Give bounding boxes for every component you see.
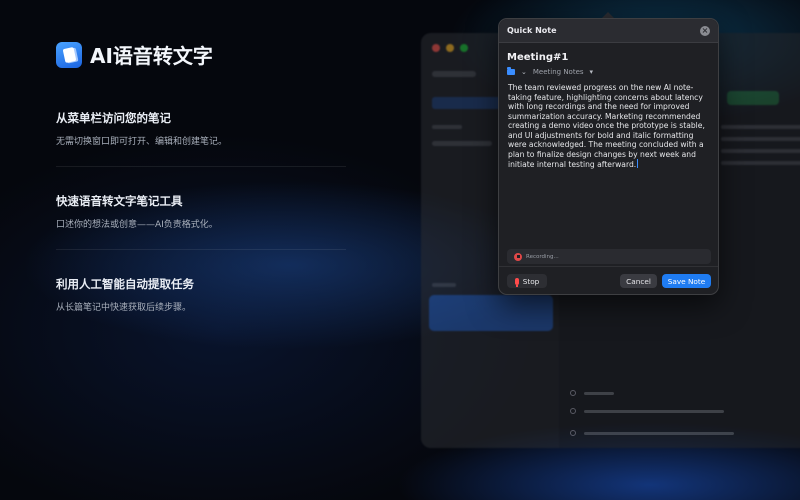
app-header: AI语音转文字: [56, 40, 213, 69]
feature-task-extraction: 利用人工智能自动提取任务 从长篇笔记中快速获取后续步骤。: [56, 276, 346, 313]
recording-status: Recording...: [526, 253, 559, 260]
status-pill: [727, 91, 779, 105]
microphone-icon: [514, 277, 519, 287]
app-title: AI语音转文字: [90, 44, 213, 68]
selected-note: [429, 295, 553, 331]
close-dot-icon: [432, 44, 440, 52]
recording-status-bar: Recording...: [507, 249, 711, 264]
quick-note-popover: Quick Note × Meeting#1 ⌄ Meeting Notes ▾…: [498, 18, 719, 295]
stop-label: Stop: [522, 276, 540, 286]
app-note-icon: [56, 41, 82, 68]
window-controls: [432, 44, 468, 52]
feature-desc: 无需切换窗口即可打开、编辑和创建笔记。: [56, 137, 228, 147]
folder-icon: [507, 67, 515, 75]
feature-title: 从菜单栏访问您的笔记: [56, 111, 171, 125]
zoom-dot-icon: [460, 44, 468, 52]
feature-title: 利用人工智能自动提取任务: [56, 277, 194, 291]
minimize-dot-icon: [446, 44, 454, 52]
chevron-down-icon: ⌄: [521, 68, 527, 76]
cancel-button[interactable]: Cancel: [620, 274, 657, 288]
divider: [56, 166, 346, 167]
note-title[interactable]: Meeting#1: [507, 52, 568, 63]
divider: [56, 249, 346, 250]
text-cursor: [637, 159, 639, 168]
divider: [499, 266, 718, 267]
note-body-editor[interactable]: The team reviewed progress on the new AI…: [508, 83, 713, 170]
note-body-text: The team reviewed progress on the new AI…: [508, 83, 705, 169]
feature-desc: 从长篇笔记中快速获取后续步骤。: [56, 303, 192, 313]
popover-header: Quick Note ×: [499, 19, 718, 43]
recording-icon: [514, 252, 522, 261]
background-task: [570, 430, 734, 436]
feature-title: 快速语音转文字笔记工具: [56, 194, 183, 208]
save-note-button[interactable]: Save Note: [662, 274, 711, 288]
background-task: [570, 408, 724, 414]
folder-selector[interactable]: ⌄ Meeting Notes ▾: [507, 67, 594, 76]
popover-title: Quick Note: [507, 26, 557, 35]
stop-button[interactable]: Stop: [507, 274, 547, 288]
close-icon[interactable]: ×: [700, 25, 710, 36]
folder-label: Meeting Notes: [532, 68, 584, 76]
background-task: [570, 390, 614, 396]
feature-menu-bar: 从菜单栏访问您的笔记 无需切换窗口即可打开、编辑和创建笔记。: [56, 110, 346, 147]
feature-voice-to-text: 快速语音转文字笔记工具 口述你的想法或创意——AI负责格式化。: [56, 193, 346, 230]
feature-desc: 口述你的想法或创意——AI负责格式化。: [56, 220, 218, 230]
chevron-down-icon: ▾: [589, 68, 594, 76]
